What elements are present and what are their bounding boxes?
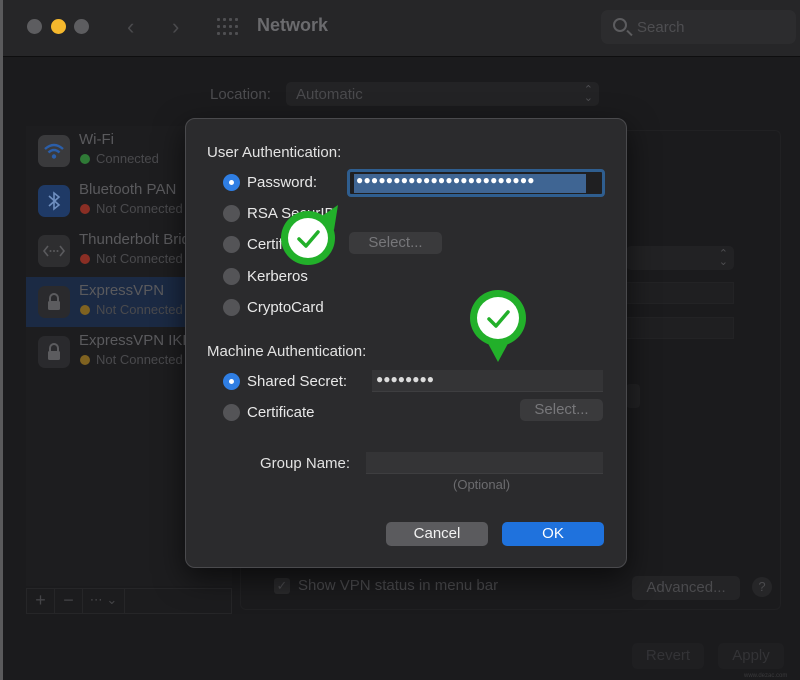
status-dot-red bbox=[80, 204, 90, 214]
certificate-radio[interactable] bbox=[223, 236, 240, 253]
ellipsis-circle-icon: ⋯ bbox=[89, 592, 103, 607]
show-vpn-status-label: Show VPN status in menu bar bbox=[298, 577, 499, 594]
chevron-down-icon: ⌄ bbox=[106, 592, 118, 607]
more-actions-menu-button[interactable]: ⋯ ⌄ bbox=[83, 589, 125, 613]
status-dot-green bbox=[80, 154, 90, 164]
kerberos-label: Kerberos bbox=[247, 268, 308, 285]
remove-service-button[interactable]: − bbox=[55, 589, 83, 613]
status-dot-yellow bbox=[80, 305, 90, 315]
minimize-window-button[interactable] bbox=[51, 19, 66, 34]
window-title: Network bbox=[257, 15, 329, 35]
group-name-field[interactable] bbox=[366, 452, 603, 474]
status-dot-red bbox=[80, 254, 90, 264]
machine-authentication-heading: Machine Authentication: bbox=[207, 343, 367, 360]
user-certificate-select-button[interactable]: Select... bbox=[349, 232, 442, 254]
cryptocard-label: CryptoCard bbox=[247, 299, 324, 316]
group-name-hint: (Optional) bbox=[453, 477, 511, 492]
service-list-toolbar: + − ⋯ ⌄ bbox=[26, 588, 232, 614]
apply-button[interactable]: Apply bbox=[718, 643, 784, 669]
machine-certificate-radio[interactable] bbox=[223, 404, 240, 421]
revert-button[interactable]: Revert bbox=[632, 643, 704, 669]
location-value: Automatic bbox=[296, 86, 363, 103]
account-name-field[interactable] bbox=[626, 317, 734, 339]
forward-chevron-icon[interactable]: › bbox=[172, 14, 179, 40]
authentication-settings-button[interactable] bbox=[626, 384, 640, 408]
show-all-grid-icon[interactable] bbox=[217, 18, 239, 36]
group-name-label: Group Name: bbox=[260, 455, 351, 472]
password-radio[interactable] bbox=[223, 174, 240, 191]
location-label: Location: bbox=[210, 86, 271, 103]
shared-secret-radio[interactable] bbox=[223, 373, 240, 390]
machine-certificate-select-button[interactable]: Select... bbox=[520, 399, 603, 421]
watermark: www.dezac.com bbox=[744, 673, 788, 679]
shared-secret-label: Shared Secret: bbox=[247, 373, 348, 390]
back-chevron-icon[interactable]: ‹ bbox=[127, 14, 134, 40]
close-window-button[interactable] bbox=[27, 19, 42, 34]
location-select[interactable]: Automatic ⌃ ⌄ bbox=[286, 82, 599, 106]
search-placeholder: Search bbox=[637, 19, 685, 36]
marker-center bbox=[477, 297, 519, 339]
cryptocard-radio[interactable] bbox=[223, 299, 240, 316]
status-dot-yellow bbox=[80, 355, 90, 365]
password-value: ●●●●●●●●●●●●●●●●●●●●●●●● bbox=[356, 173, 535, 187]
authentication-settings-sheet: User Authentication: Password: ●●●●●●●●●… bbox=[185, 118, 627, 568]
show-vpn-status-checkbox[interactable]: ✓ bbox=[274, 578, 290, 594]
password-label: Password: bbox=[247, 174, 318, 191]
machine-certificate-label: Certificate bbox=[247, 404, 315, 421]
advanced-button[interactable]: Advanced... bbox=[632, 576, 740, 600]
up-down-chevron-icon: ⌃ ⌄ bbox=[718, 248, 728, 268]
shared-secret-value: ●●●●●●●● bbox=[376, 372, 434, 386]
rsa-securid-radio[interactable] bbox=[223, 205, 240, 222]
check-marker bbox=[281, 205, 338, 265]
add-service-button[interactable]: + bbox=[27, 589, 55, 613]
server-address-field[interactable] bbox=[626, 282, 734, 304]
kerberos-radio[interactable] bbox=[223, 268, 240, 285]
help-button[interactable]: ? bbox=[752, 577, 772, 597]
configuration-select[interactable]: ⌃ ⌄ bbox=[626, 246, 734, 270]
zoom-window-button[interactable] bbox=[74, 19, 89, 34]
marker-center bbox=[288, 218, 328, 258]
search-field[interactable]: Search bbox=[601, 10, 796, 44]
lock-icon bbox=[38, 286, 70, 318]
ok-button[interactable]: OK bbox=[502, 522, 604, 546]
shared-secret-field[interactable]: ●●●●●●●● bbox=[372, 370, 603, 392]
up-down-chevron-icon: ⌃ ⌄ bbox=[583, 84, 593, 104]
wifi-icon bbox=[38, 135, 70, 167]
bluetooth-icon bbox=[38, 185, 70, 217]
thunderbolt-bridge-icon bbox=[38, 235, 70, 267]
user-authentication-heading: User Authentication: bbox=[207, 144, 342, 161]
title-bar: ‹ › Network Search bbox=[3, 0, 800, 57]
cancel-button[interactable]: Cancel bbox=[386, 522, 488, 546]
search-icon bbox=[613, 18, 627, 32]
lock-icon bbox=[38, 336, 70, 368]
window-edge bbox=[0, 0, 3, 680]
password-field[interactable]: ●●●●●●●●●●●●●●●●●●●●●●●● bbox=[347, 169, 605, 197]
check-marker bbox=[470, 290, 526, 362]
